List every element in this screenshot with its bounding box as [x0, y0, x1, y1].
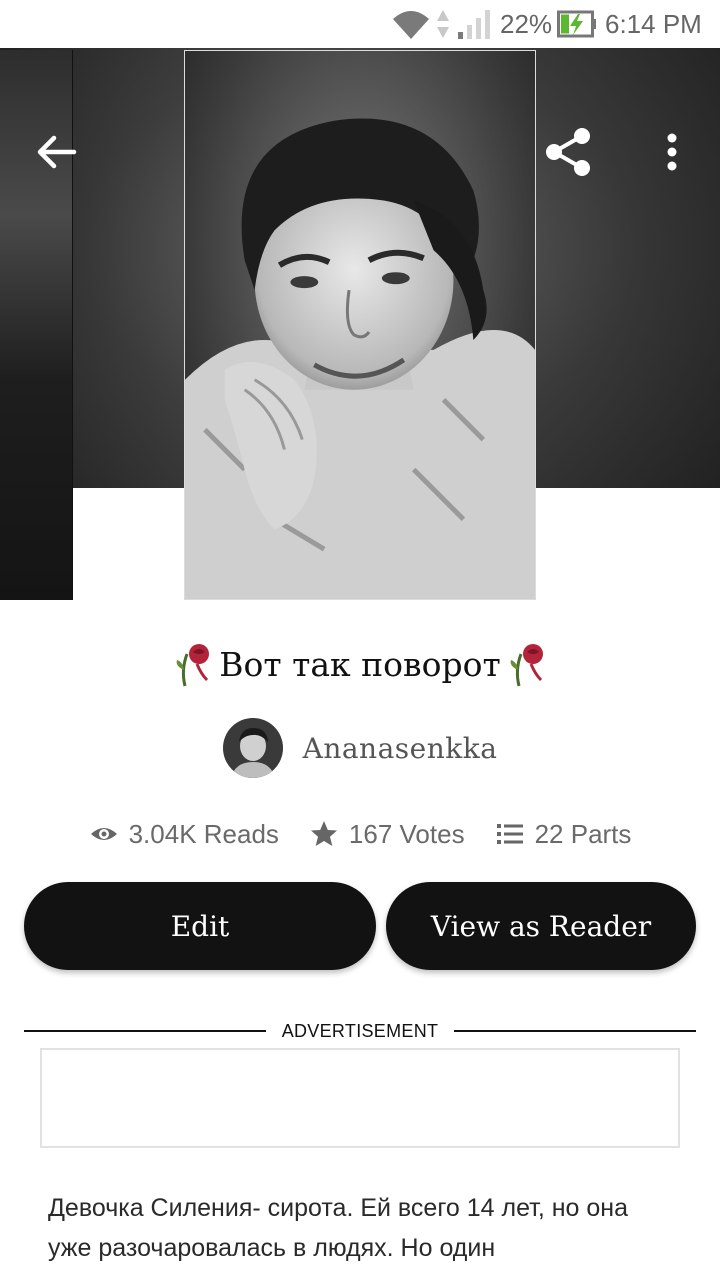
status-bar: 22% 6:14 PM [0, 0, 720, 48]
action-buttons: Edit View as Reader [24, 882, 696, 970]
divider [454, 1030, 696, 1032]
clock: 6:14 PM [605, 9, 702, 39]
votes-count: 167 Votes [348, 818, 465, 849]
list-icon [496, 824, 523, 844]
cover-portrait-image [185, 51, 535, 599]
story-stats: 3.04K Reads 167 Votes 22 Parts [0, 808, 720, 860]
author-row[interactable]: Ananasenkka [0, 716, 720, 780]
divider [24, 1030, 266, 1032]
signal-icon [458, 10, 490, 39]
eye-icon [90, 828, 117, 840]
view-as-reader-button[interactable]: View as Reader [386, 882, 696, 970]
data-arrows-icon [437, 10, 449, 38]
story-cover[interactable] [184, 50, 536, 600]
battery-percent: 22% [500, 9, 553, 39]
parts-stat: 22 Parts [495, 818, 632, 850]
avatar[interactable] [222, 718, 283, 778]
advertisement-label: ADVERTISEMENT [281, 1020, 439, 1041]
arrow-left-icon[interactable] [30, 130, 82, 174]
share-icon[interactable] [540, 124, 596, 180]
star-icon [310, 821, 337, 846]
edit-button[interactable]: Edit [24, 882, 376, 970]
advertisement-slot[interactable] [40, 1048, 680, 1148]
wifi-icon [393, 11, 429, 39]
votes-stat: 167 Votes [309, 819, 465, 850]
advertisement-header: ADVERTISEMENT [24, 1018, 696, 1044]
author-name[interactable]: Ananasenkka [303, 732, 498, 765]
reads-count: 3.04K Reads [128, 818, 279, 849]
rose-icon [510, 644, 543, 687]
more-vertical-icon[interactable] [656, 128, 688, 176]
story-title-row: Вот так поворот [0, 636, 720, 692]
cover-carousel[interactable] [0, 48, 720, 600]
reads-stat: 3.04K Reads [89, 819, 279, 850]
story-title: Вот так поворот [219, 644, 501, 684]
story-description: Девочка Силения- сирота. Ей всего 14 лет… [48, 1194, 628, 1262]
battery-charging-icon [557, 10, 596, 38]
rose-icon [176, 644, 210, 687]
parts-count: 22 Parts [534, 818, 632, 849]
